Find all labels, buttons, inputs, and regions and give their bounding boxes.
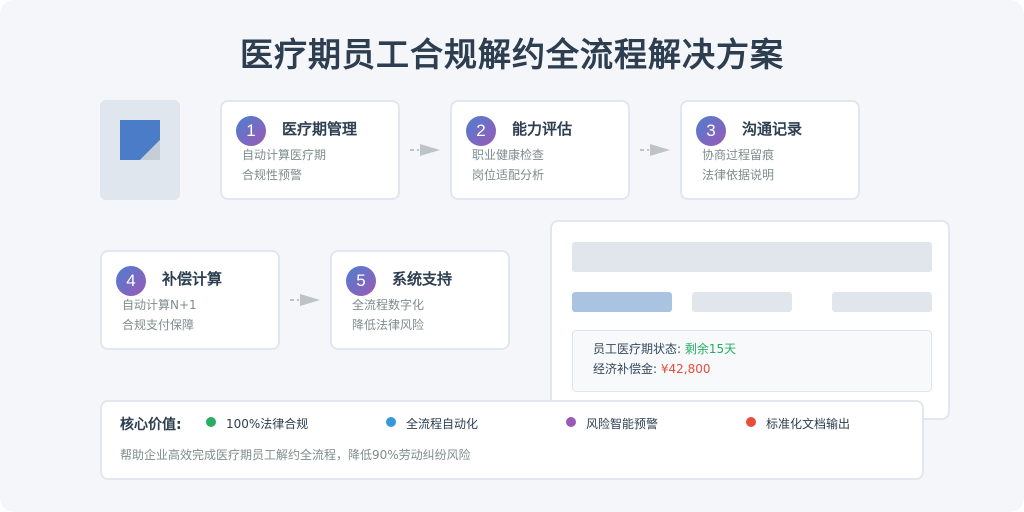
step-detail: 合规性预警 [242,168,303,182]
step-number-badge: 4 [116,266,146,296]
footer-description: 帮助企业高效完成医疗期员工解约全流程，降低90%劳动纠纷风险 [120,448,471,462]
step-card-5: 5 系统支持 全流程数字化 降低法律风险 [330,250,510,350]
document-tile [100,100,180,200]
status-label: 员工医疗期状态: [593,342,685,356]
step-detail: 岗位适配分析 [472,168,545,182]
value-dot [566,417,576,427]
step-detail: 自动计算N+1 [122,298,197,312]
system-preview-panel: 员工医疗期状态: 剩余15天 经济补偿金: ¥42,800 [550,220,950,420]
value-dot [206,417,216,427]
value-label: 标准化文档输出 [766,417,851,431]
canvas: 医疗期员工合规解约全流程解决方案 1 医疗期管理 自动计算医疗期 合规性预警 2… [0,0,1024,512]
compensation-amount: 经济补偿金: ¥42,800 [593,360,710,377]
step-card-4: 4 补偿计算 自动计算N+1 合规支付保障 [100,250,280,350]
step-card-3: 3 沟通记录 协商过程留痕 法律依据说明 [680,100,860,200]
value-label: 风险智能预警 [586,417,659,431]
step-title: 医疗期管理 [282,120,358,138]
employee-status-box: 员工医疗期状态: 剩余15天 经济补偿金: ¥42,800 [572,330,932,392]
step-number-badge: 5 [346,266,376,296]
step-title: 系统支持 [392,270,453,288]
status-value: 剩余15天 [684,342,737,356]
tab-placeholder [832,292,932,312]
core-value-label: 核心价值: [120,417,182,433]
value-label: 100%法律合规 [226,417,309,431]
arrow-right-icon [290,294,320,306]
step-card-2: 2 能力评估 职业健康检查 岗位适配分析 [450,100,630,200]
compensation-value: ¥42,800 [660,362,711,376]
step-detail: 职业健康检查 [472,148,545,162]
tab-placeholder [692,292,792,312]
medical-period-status: 员工医疗期状态: 剩余15天 [593,340,736,357]
core-value-bar: 核心价值: 100%法律合规 全流程自动化 风险智能预警 标准化文档输出 帮助企… [100,400,924,480]
document-icon [120,120,160,160]
step-title: 补偿计算 [162,270,223,288]
arrow-right-icon [640,144,670,156]
step-number-badge: 1 [236,116,266,146]
step-title: 沟通记录 [742,120,803,138]
step-detail: 自动计算医疗期 [242,148,327,162]
page-title: 医疗期员工合规解约全流程解决方案 [240,35,784,74]
step-card-1: 1 医疗期管理 自动计算医疗期 合规性预警 [220,100,400,200]
step-detail: 法律依据说明 [702,168,775,182]
arrow-right-icon [410,144,440,156]
value-dot [746,417,756,427]
step-number-badge: 3 [696,116,726,146]
step-detail: 降低法律风险 [352,318,425,332]
value-label: 全流程自动化 [406,417,479,431]
step-detail: 合规支付保障 [122,318,195,332]
step-number-badge: 2 [466,116,496,146]
step-detail: 协商过程留痕 [702,148,775,162]
step-detail: 全流程数字化 [352,298,425,312]
active-tab-placeholder [572,292,672,312]
value-dot [386,417,396,427]
step-title: 能力评估 [512,120,573,138]
header-placeholder-bar [572,242,932,272]
compensation-label: 经济补偿金: [593,362,661,376]
